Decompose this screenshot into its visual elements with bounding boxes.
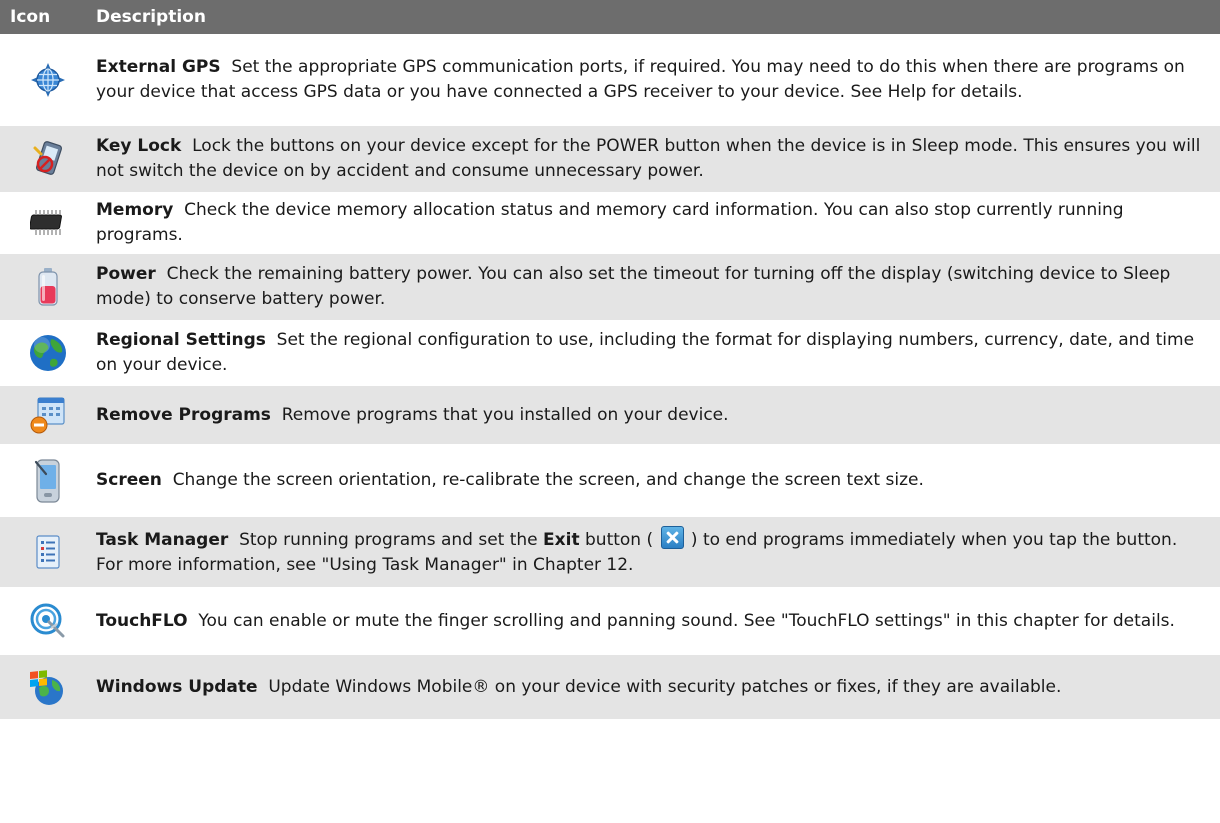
exit-word: Exit <box>543 530 580 550</box>
table-row: Power Check the remaining battery power.… <box>0 254 1220 320</box>
row-title: Windows Update <box>96 676 258 697</box>
settings-icon-table: Icon Description External GPS Set the ap… <box>0 0 1220 719</box>
row-text: Check the remaining battery power. You c… <box>96 264 1171 309</box>
row-description: Windows Update Update Windows Mobile® on… <box>96 675 1220 700</box>
remove-programs-icon <box>30 397 65 434</box>
row-text-before: Stop running programs and set the <box>239 530 538 550</box>
row-description: Key Lock Lock the buttons on your device… <box>96 134 1220 184</box>
memory-chip-icon <box>30 210 62 235</box>
windows-update-icon <box>30 670 63 705</box>
table-row: TouchFLO You can enable or mute the fing… <box>0 587 1220 655</box>
row-title: External GPS <box>96 57 221 77</box>
row-text: Lock the buttons on your device except f… <box>96 136 1201 181</box>
row-text-middle: button ( <box>585 530 654 550</box>
row-title: Regional Settings <box>96 330 266 350</box>
row-text: Change the screen orientation, re-calibr… <box>172 470 924 490</box>
row-description: External GPS Set the appropriate GPS com… <box>96 55 1220 105</box>
earth-globe-icon <box>30 335 66 371</box>
exit-x-icon <box>660 526 684 549</box>
row-description: Regional Settings Set the regional confi… <box>96 328 1220 378</box>
row-text: You can enable or mute the finger scroll… <box>198 610 1175 631</box>
table-row: Task Manager Stop running programs and s… <box>0 517 1220 587</box>
row-description: Memory Check the device memory allocatio… <box>96 198 1220 248</box>
row-title: Task Manager <box>96 530 229 550</box>
battery-icon <box>38 268 58 306</box>
row-description: Screen Change the screen orientation, re… <box>96 468 1220 493</box>
row-text: Update Windows Mobile® on your device wi… <box>268 676 1062 697</box>
row-title: TouchFLO <box>96 610 188 631</box>
table-row: Key Lock Lock the buttons on your device… <box>0 126 1220 192</box>
task-manager-icon <box>36 535 60 569</box>
table-row: Memory Check the device memory allocatio… <box>0 192 1220 254</box>
row-title: Memory <box>96 200 174 220</box>
touchflo-icon <box>30 603 65 638</box>
header-icon-column: Icon <box>10 7 51 27</box>
row-description: TouchFLO You can enable or mute the fing… <box>96 609 1220 634</box>
row-description: Remove Programs Remove programs that you… <box>96 403 1220 428</box>
globe-crosshair-icon <box>31 63 65 97</box>
row-title: Key Lock <box>96 136 182 156</box>
row-text: Set the appropriate GPS communication po… <box>96 57 1185 102</box>
row-description: Task Manager Stop running programs and s… <box>96 526 1220 578</box>
row-description: Power Check the remaining battery power.… <box>96 262 1220 312</box>
table-row: Remove Programs Remove programs that you… <box>0 386 1220 444</box>
table-row: External GPS Set the appropriate GPS com… <box>0 34 1220 126</box>
table-row: Windows Update Update Windows Mobile® on… <box>0 655 1220 719</box>
row-text: Remove programs that you installed on yo… <box>281 404 729 425</box>
key-lock-icon <box>33 141 63 175</box>
screen-device-icon <box>34 458 60 503</box>
table-row: Regional Settings Set the regional confi… <box>0 320 1220 386</box>
row-title: Power <box>96 264 156 284</box>
table-header: Icon Description <box>0 0 1220 34</box>
header-description-column: Description <box>96 7 206 27</box>
row-title: Screen <box>96 470 162 490</box>
row-title: Remove Programs <box>96 404 271 425</box>
row-text: Check the device memory allocation statu… <box>96 200 1124 245</box>
table-row: Screen Change the screen orientation, re… <box>0 444 1220 517</box>
